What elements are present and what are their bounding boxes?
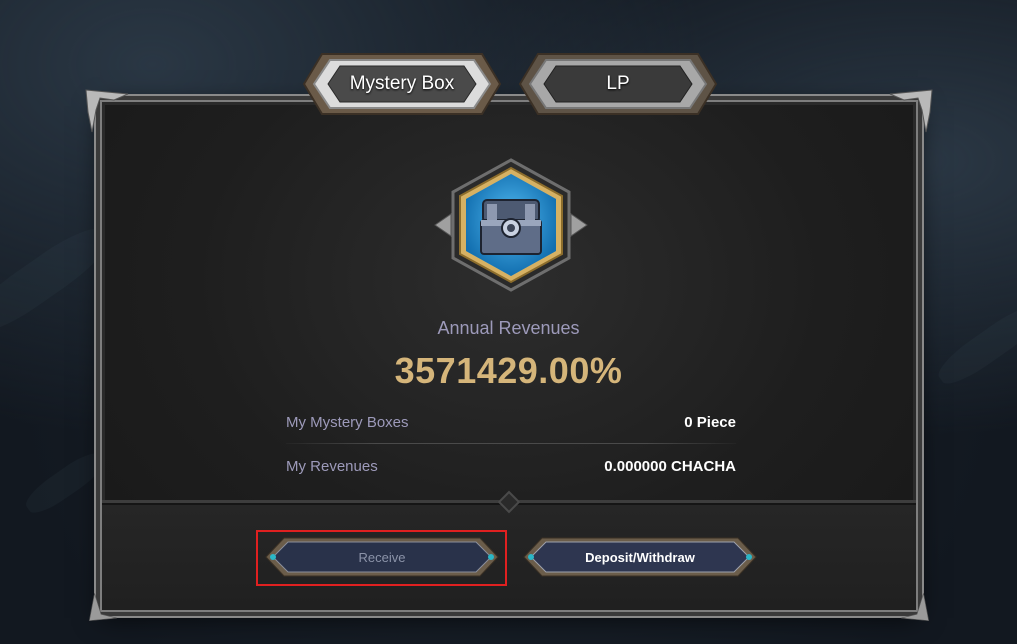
background-texture [20,446,110,520]
tab-lp[interactable]: LP [518,44,718,124]
deposit-withdraw-button[interactable]: Deposit/Withdraw [522,536,758,578]
tray-notch [497,490,521,514]
receive-button[interactable]: Receive [264,536,500,578]
frame-corner-ornament [888,88,934,134]
mystery-box-chest-icon [433,158,589,292]
tab-mystery-box[interactable]: Mystery Box [302,44,502,124]
annual-revenues-label: Annual Revenues [437,318,580,338]
receive-button-label: Receive [358,549,406,565]
stat-value: 0 Piece [684,413,736,431]
button-tray [102,490,916,610]
tab-lp-label: LP [606,73,630,94]
stat-label: My Revenues [286,457,378,475]
stat-row-revenues: My Revenues 0.000000 CHACHA [286,444,736,488]
frame-corner-ornament [84,88,130,134]
stat-row-mystery-boxes: My Mystery Boxes 0 Piece [286,400,736,444]
deposit-withdraw-button-label: Deposit/Withdraw [585,549,695,565]
tab-mystery-box-label: Mystery Box [349,73,455,94]
stat-label: My Mystery Boxes [286,413,409,431]
stat-value: 0.000000 CHACHA [604,457,736,475]
annual-revenues-value: 3571429.00% [394,350,623,391]
